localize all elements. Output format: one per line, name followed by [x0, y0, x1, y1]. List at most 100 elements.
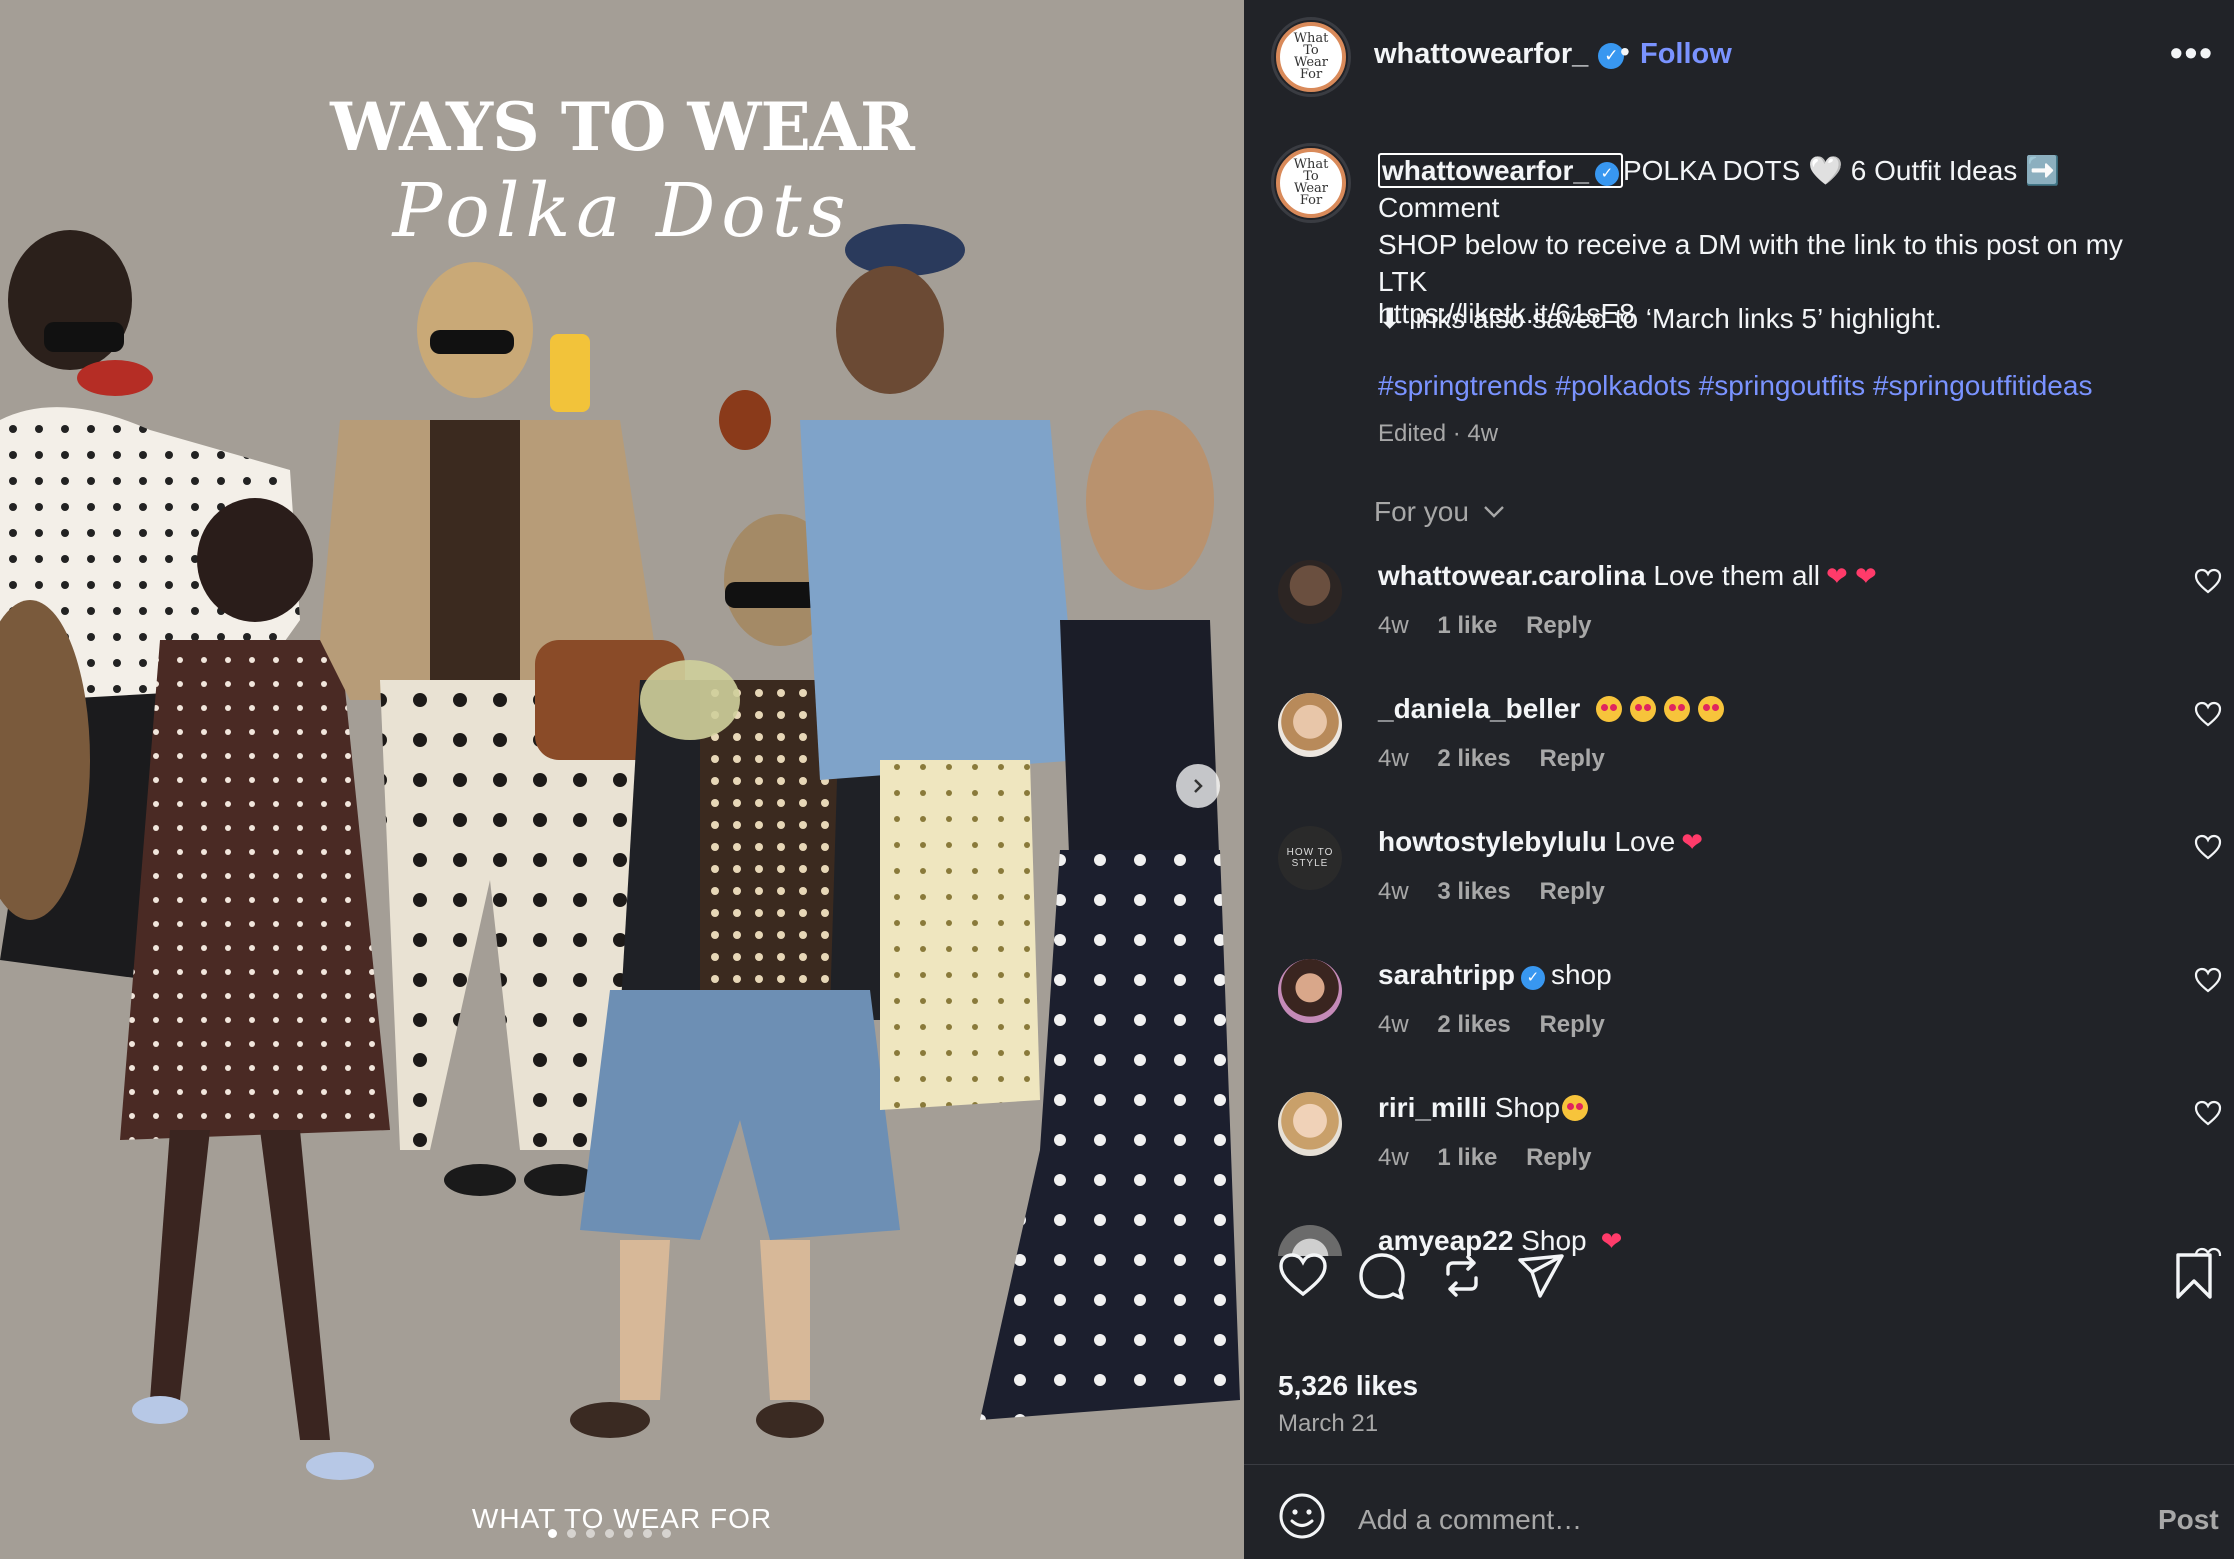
caption-username-text: whattowearfor_	[1382, 155, 1589, 186]
comment-heart-icon[interactable]	[2194, 568, 2222, 594]
carousel-indicator	[548, 1529, 671, 1538]
add-comment-input[interactable]: Add a comment…	[1358, 1504, 1582, 1536]
caption-username[interactable]: whattowearfor_ ✓	[1378, 153, 1623, 188]
comment-item: riri_milli Shop 4w 1 like Reply	[1278, 1092, 2222, 1222]
comment-heart-icon[interactable]	[2194, 701, 2222, 727]
caption-avatar[interactable]: What To Wear For	[1271, 143, 1351, 223]
comment-item: whattowear.carolina Love them all ❤ ❤ 4w …	[1278, 560, 2222, 690]
reply-button[interactable]: Reply	[1526, 612, 1591, 639]
carousel-dot	[605, 1529, 614, 1538]
post-detail-panel: What To Wear For whattowearfor_ ✓ • Follo…	[1244, 0, 2234, 1559]
carousel-dot	[567, 1529, 576, 1538]
comment-list-clip: amyeap22 Shop ❤	[1244, 1212, 2234, 1256]
comment-text: whattowear.carolina Love them all ❤ ❤	[1378, 560, 1877, 592]
carousel-dot	[643, 1529, 652, 1538]
post-action-bar	[1244, 1252, 2234, 1332]
comment-age: 4w	[1378, 1144, 1409, 1171]
comment-heart-icon[interactable]	[2194, 967, 2222, 993]
verified-badge-icon: ✓	[1520, 966, 1545, 990]
commenter-username[interactable]: whattowear.carolina	[1378, 560, 1646, 591]
reply-button[interactable]: Reply	[1526, 1144, 1591, 1171]
carousel-dot	[662, 1529, 671, 1538]
reply-button[interactable]: Reply	[1539, 1011, 1604, 1038]
author-username[interactable]: whattowearfor_ ✓	[1374, 38, 1625, 71]
star-eyes-emoji	[1596, 696, 1623, 722]
comment-body: Shop	[1494, 1092, 1561, 1123]
divider	[1244, 1464, 2234, 1465]
post-date: March 21	[1278, 1410, 1379, 1437]
comment-sort-label: For you	[1374, 496, 1469, 527]
commenter-username[interactable]: howtostylebylulu	[1378, 826, 1607, 857]
commenter-avatar[interactable]	[1278, 693, 1342, 757]
carousel-dot-active	[548, 1529, 557, 1538]
comment-age: 4w	[1378, 745, 1409, 772]
save-bookmark-icon[interactable]	[2174, 1252, 2214, 1300]
follow-button[interactable]: Follow	[1640, 38, 1732, 71]
author-username-text: whattowearfor_	[1374, 38, 1589, 70]
comment-body: shop	[1550, 959, 1612, 990]
commenter-avatar[interactable]	[1278, 560, 1342, 624]
comment-meta: 4w 2 likes Reply	[1378, 745, 1627, 773]
comment-text: sarahtripp ✓ shop	[1378, 959, 1612, 991]
comment-bubble-icon[interactable]	[1358, 1252, 1406, 1300]
author-avatar[interactable]: What To Wear For	[1271, 17, 1351, 97]
comment-age: 4w	[1378, 878, 1409, 905]
comment-likes[interactable]: 2 likes	[1437, 1011, 1510, 1038]
star-eyes-emoji	[1562, 1095, 1589, 1121]
comment-age: 4w	[1378, 612, 1409, 639]
likes-count[interactable]: 5,326 likes	[1278, 1370, 1418, 1402]
outfit-collage-image	[0, 224, 1240, 1480]
caption-link[interactable]: https://liketk.it/61sE8	[1378, 298, 1635, 330]
commenter-avatar[interactable]	[1278, 1092, 1342, 1156]
caption-line-2: SHOP below to receive a DM with the link…	[1378, 229, 2123, 297]
comment-heart-icon[interactable]	[2194, 1100, 2222, 1126]
reply-button[interactable]: Reply	[1539, 878, 1604, 905]
chevron-down-icon	[1483, 506, 1504, 518]
comment-text: howtostylebylulu Love ❤	[1378, 826, 1703, 858]
comment-item: HOW TO STYLE howtostylebylulu Love ❤ 4w 3…	[1278, 826, 2222, 956]
star-eyes-emoji	[1630, 696, 1657, 722]
star-eyes-emoji	[1664, 696, 1691, 722]
like-heart-icon[interactable]	[1278, 1252, 1328, 1298]
heart-emoji: ❤	[1681, 827, 1703, 857]
comment-text: _daniela_beller	[1378, 693, 1725, 725]
commenter-username[interactable]: sarahtripp	[1378, 959, 1515, 990]
comment-body: Love them all	[1653, 560, 1820, 591]
chevron-right-icon	[1194, 779, 1203, 793]
post-media[interactable]: WAYS TO WEAR Polka Dots WHAT TO WEAR FOR	[0, 0, 1244, 1559]
comment-likes[interactable]: 1 like	[1437, 612, 1497, 639]
comment-age: 4w	[1378, 1011, 1409, 1038]
commenter-avatar[interactable]	[1278, 959, 1342, 1023]
comment-likes[interactable]: 3 likes	[1437, 878, 1510, 905]
comment-heart-icon[interactable]	[2194, 834, 2222, 860]
comment-sort-dropdown[interactable]: For you	[1374, 496, 1505, 528]
commenter-avatar[interactable]: HOW TO STYLE	[1278, 826, 1342, 890]
repost-icon[interactable]	[1438, 1252, 1486, 1300]
commenter-username[interactable]: riri_milli	[1378, 1092, 1487, 1123]
carousel-dot	[586, 1529, 595, 1538]
comment-item: _daniela_beller 4w 2 likes Reply	[1278, 693, 2222, 823]
caption-hashtags[interactable]: #springtrends #polkadots #springoutfits …	[1378, 370, 2092, 402]
post-comment-button[interactable]: Post	[2158, 1504, 2219, 1536]
comment-meta: 4w 2 likes Reply	[1378, 1011, 1627, 1039]
commenter-username[interactable]: _daniela_beller	[1378, 693, 1580, 724]
header-separator: •	[1620, 36, 1630, 67]
more-options-icon[interactable]: •••	[2170, 32, 2214, 74]
avatar-logo-text: HOW TO STYLE	[1286, 847, 1334, 869]
emoji-picker-icon[interactable]	[1278, 1492, 1326, 1540]
comment-text: riri_milli Shop	[1378, 1092, 1589, 1124]
comment-meta: 4w 3 likes Reply	[1378, 878, 1627, 906]
verified-badge-icon: ✓	[1594, 162, 1619, 186]
carousel-dot	[624, 1529, 633, 1538]
comment-item: sarahtripp ✓ shop 4w 2 likes Reply	[1278, 959, 2222, 1089]
comment-likes[interactable]: 1 like	[1437, 1144, 1497, 1171]
reply-button[interactable]: Reply	[1539, 745, 1604, 772]
caption-edited-timestamp: Edited · 4w	[1378, 420, 1499, 447]
heart-emoji: ❤ ❤	[1825, 561, 1877, 591]
comment-body: Love	[1614, 826, 1676, 857]
comment-meta: 4w 1 like Reply	[1378, 612, 1613, 640]
comment-likes[interactable]: 2 likes	[1437, 745, 1510, 772]
comment-meta: 4w 1 like Reply	[1378, 1144, 1613, 1172]
next-slide-button[interactable]	[1176, 764, 1220, 808]
share-send-icon[interactable]	[1516, 1252, 1566, 1300]
